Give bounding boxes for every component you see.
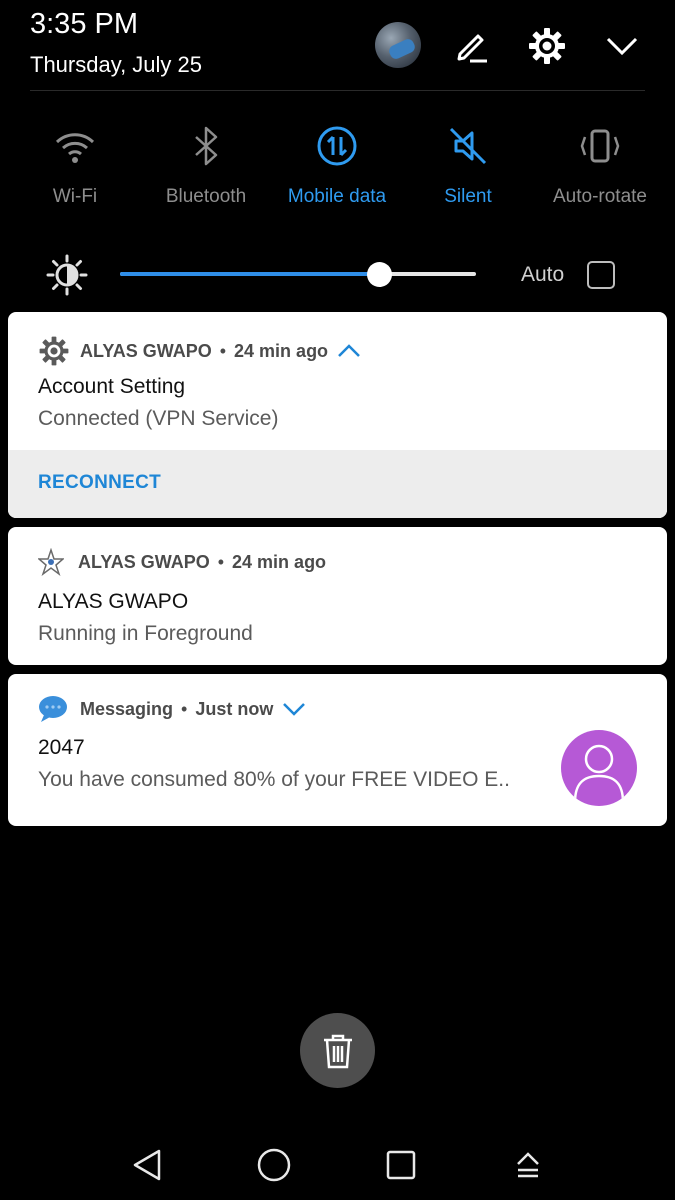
notification-body: Connected (VPN Service): [38, 407, 279, 430]
gear-icon: [38, 335, 70, 367]
qs-mobile-data-toggle[interactable]: Mobile data: [272, 120, 402, 208]
qs-bluetooth-label: Bluetooth: [165, 186, 247, 207]
qs-silent-label: Silent: [444, 186, 492, 207]
qs-mobile-data-label: Mobile data: [287, 186, 387, 207]
auto-brightness-checkbox[interactable]: [587, 261, 615, 289]
qs-bluetooth-toggle[interactable]: Bluetooth: [141, 120, 271, 208]
status-time: 3:35 PM: [30, 8, 138, 40]
bluetooth-icon: [141, 120, 271, 172]
chevron-down-icon[interactable]: [602, 26, 642, 66]
notification-message[interactable]: Messaging • Just now 2047 You have consu…: [8, 674, 667, 826]
notification-header: ALYAS GWAPO • 24 min ago: [38, 548, 326, 576]
back-icon: [131, 1148, 163, 1182]
reconnect-button[interactable]: RECONNECT: [38, 472, 161, 494]
qs-wifi-toggle[interactable]: Wi-Fi: [10, 120, 140, 208]
separator-dot: •: [181, 698, 188, 719]
chevron-down-icon[interactable]: [281, 700, 307, 718]
separator-dot: •: [219, 340, 227, 361]
trash-icon: [321, 1033, 355, 1069]
user-avatar[interactable]: [375, 22, 421, 68]
notification-app-name: Messaging: [80, 698, 174, 719]
notification-time: 24 min ago: [234, 340, 329, 361]
notification-body: Running in Foreground: [38, 622, 253, 645]
qs-silent-toggle[interactable]: Silent: [403, 120, 533, 208]
qs-wifi-label: Wi-Fi: [52, 186, 98, 207]
notification-header: Messaging • Just now: [38, 695, 307, 723]
chevron-up-icon[interactable]: [336, 342, 362, 360]
separator-dot: •: [217, 551, 225, 572]
qs-auto-rotate-label: Auto-rotate: [553, 186, 647, 207]
app-logo-icon: [38, 548, 64, 576]
nav-notification-panel-button[interactable]: [508, 1145, 548, 1185]
notification-time: 24 min ago: [232, 551, 327, 572]
brightness-slider-thumb[interactable]: [367, 262, 393, 287]
auto-rotate-icon: [535, 120, 665, 172]
brightness-icon: [46, 254, 88, 296]
wifi-icon: [10, 120, 140, 172]
mobile-data-icon: [272, 120, 402, 172]
notification-actions: RECONNECT: [8, 450, 667, 518]
notification-title: 2047: [38, 736, 85, 759]
notification-body: You have consumed 80% of your FREE VIDEO…: [38, 768, 510, 791]
notification-header: ALYAS GWAPO • 24 min ago: [38, 335, 362, 367]
recents-icon: [385, 1149, 417, 1181]
clear-all-button[interactable]: [300, 1013, 375, 1088]
message-bubble-icon: [38, 695, 68, 723]
notification-foreground[interactable]: ALYAS GWAPO • 24 min ago ALYAS GWAPO Run…: [8, 527, 667, 665]
notification-app-name: ALYAS GWAPO: [80, 340, 212, 361]
qs-auto-rotate-toggle[interactable]: Auto-rotate: [535, 120, 665, 208]
upload-icon: [512, 1149, 544, 1181]
notification-time: Just now: [195, 698, 274, 719]
header-divider: [30, 90, 645, 91]
notification-app-name: ALYAS GWAPO: [78, 551, 210, 572]
auto-brightness-label: Auto: [521, 263, 565, 286]
nav-recents-button[interactable]: [381, 1145, 421, 1185]
nav-back-button[interactable]: [127, 1145, 167, 1185]
settings-icon[interactable]: [527, 26, 567, 66]
notification-vpn[interactable]: ALYAS GWAPO • 24 min ago Account Setting…: [8, 312, 667, 518]
brightness-slider-track[interactable]: [120, 272, 476, 276]
contact-avatar: [561, 730, 637, 806]
home-icon: [256, 1147, 292, 1183]
silent-icon: [403, 120, 533, 172]
notification-title: ALYAS GWAPO: [38, 590, 189, 613]
nav-home-button[interactable]: [254, 1145, 294, 1185]
edit-icon[interactable]: [452, 26, 492, 66]
brightness-slider-fill: [120, 272, 380, 276]
notification-title: Account Setting: [38, 375, 186, 398]
status-date: Thursday, July 25: [30, 52, 203, 77]
